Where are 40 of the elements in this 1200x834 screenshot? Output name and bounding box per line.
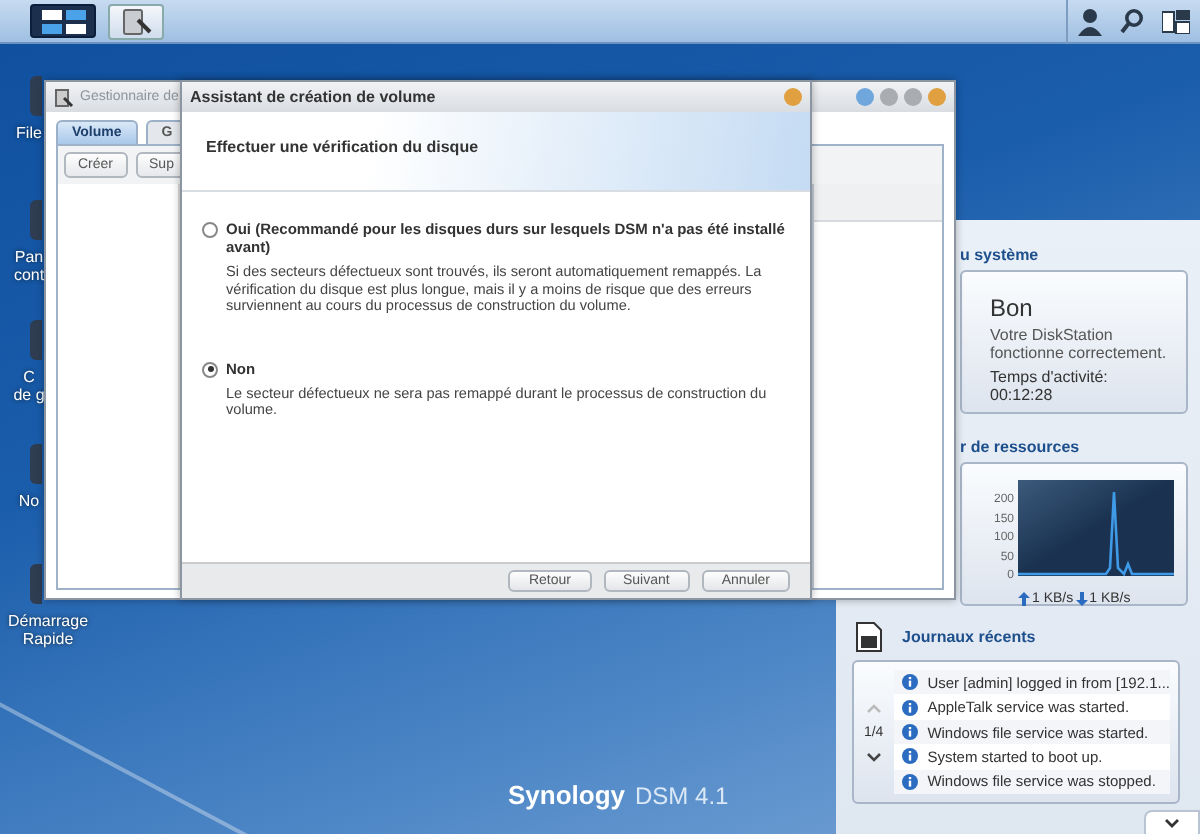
uptime-text: Temps d'activité: 00:12:28 (990, 368, 1110, 404)
chevron-up-icon[interactable] (865, 703, 882, 713)
widget-title: u système (960, 246, 1041, 268)
main-menu-button[interactable] (30, 4, 96, 38)
grid-icon (41, 9, 85, 33)
window-title: Assistant de création de volume (190, 88, 436, 106)
widgets-icon[interactable] (1162, 9, 1191, 33)
search-icon[interactable] (1119, 8, 1144, 34)
download-arrow-icon (1075, 591, 1088, 605)
help-button[interactable] (856, 88, 874, 106)
close-button[interactable] (928, 88, 946, 106)
minimize-button[interactable] (880, 88, 898, 106)
radio-button[interactable] (202, 361, 218, 377)
icon-label: Démarrage (8, 612, 89, 630)
help-button[interactable] (784, 88, 802, 106)
user-icon[interactable] (1077, 7, 1102, 35)
health-status: Bon (990, 294, 1035, 322)
icon-label: File (16, 124, 42, 142)
icon-label: No (18, 492, 40, 510)
collapse-button[interactable] (1144, 810, 1200, 834)
health-message: Votre DiskStation fonctionne correctement. (990, 326, 1169, 362)
widget-title: r de ressources (960, 438, 1082, 460)
icon-label: Rapide (22, 630, 74, 648)
product-version: DSM 4.1 (635, 782, 729, 810)
icon-label: C (23, 368, 35, 386)
widget-title: Journaux récents (902, 628, 1036, 646)
upload-arrow-icon (1018, 591, 1030, 605)
disk-drive-icon (120, 7, 152, 35)
icon-label: de g (13, 386, 45, 404)
chevron-down-icon[interactable] (865, 751, 882, 761)
maximize-button[interactable] (904, 88, 922, 106)
brand-logo: Synology (508, 780, 626, 810)
icon-label: cont (13, 266, 45, 284)
document-icon (856, 622, 882, 652)
icon-label: Pan (14, 248, 44, 266)
chevron-down-icon (1164, 818, 1180, 828)
storage-app-button[interactable] (108, 3, 164, 39)
radio-button[interactable] (202, 222, 218, 238)
step-heading: Effectuer une vérification du disque (206, 138, 479, 156)
disk-drive-icon (54, 87, 74, 107)
